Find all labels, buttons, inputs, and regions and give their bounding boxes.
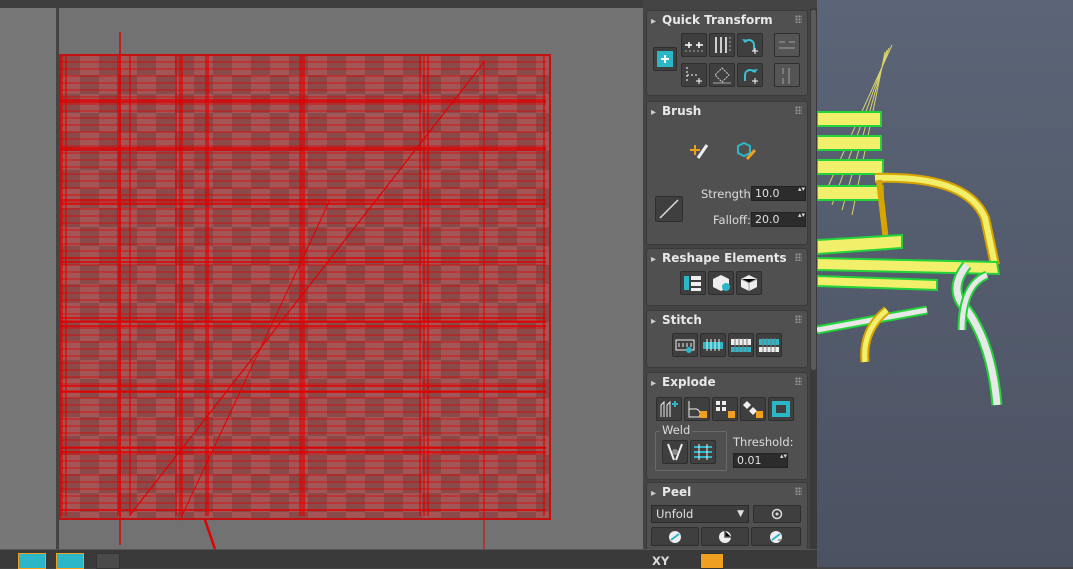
- break-button[interactable]: [656, 397, 682, 421]
- rollout-title[interactable]: Peel: [651, 485, 691, 499]
- stitch-to-target-button[interactable]: [700, 333, 726, 357]
- weld-selected-button[interactable]: [662, 440, 688, 464]
- rotate-cw-button[interactable]: [737, 63, 763, 87]
- align-edge-h-button[interactable]: [681, 63, 707, 87]
- rollout-peel: Peel Unfold ▼: [646, 482, 808, 551]
- uv-edge: [179, 199, 331, 521]
- rollout-brush: Brush Strength: 10.0 Falloff: 20.0: [646, 101, 808, 245]
- straighten-selection-button[interactable]: [709, 63, 735, 87]
- rotate-ccw-button[interactable]: [737, 33, 763, 57]
- weld-group: Weld: [655, 423, 727, 471]
- flatten-by-material-id-button[interactable]: [768, 397, 794, 421]
- stitch-to-source-button[interactable]: [756, 333, 782, 357]
- pelt-map-button[interactable]: [751, 527, 801, 546]
- straighten-button[interactable]: [680, 271, 706, 295]
- weld-group-label: Weld: [660, 423, 693, 437]
- relax-brush-icon[interactable]: [733, 138, 759, 162]
- grip-icon[interactable]: [795, 106, 802, 114]
- peel-mode-button[interactable]: [701, 527, 749, 546]
- flatten-by-smoothing-groups-button[interactable]: [740, 397, 766, 421]
- peel-settings-button[interactable]: [753, 505, 801, 523]
- threshold-label: Threshold:: [733, 435, 794, 449]
- stitch-average-button[interactable]: [728, 333, 754, 357]
- chevron-down-icon: ▼: [737, 509, 744, 519]
- axis-label[interactable]: XY: [652, 554, 669, 568]
- rollout-stitch: Stitch: [646, 310, 808, 368]
- uv-editor-bottom-toolbar: [0, 549, 817, 568]
- flatten-by-polygon-angle-button[interactable]: [712, 397, 738, 421]
- space-horizontal-button[interactable]: [774, 33, 800, 57]
- peel-mode-dropdown[interactable]: Unfold ▼: [651, 505, 749, 523]
- align-to-edge-button[interactable]: [653, 47, 677, 71]
- rollout-quick-transform: Quick Transform: [646, 10, 808, 96]
- rollout-explode: Explode Weld Threshold: 0.01: [646, 372, 808, 480]
- grip-icon[interactable]: [795, 377, 802, 385]
- weld-target-button[interactable]: [690, 440, 716, 464]
- grip-icon[interactable]: [795, 315, 802, 323]
- bench-model[interactable]: [817, 0, 1073, 567]
- peel-mode-value: Unfold: [656, 507, 694, 521]
- uv-wireframe[interactable]: [0, 0, 643, 549]
- grip-icon[interactable]: [795, 487, 802, 495]
- strength-spinner[interactable]: 10.0: [751, 185, 806, 201]
- quick-peel-button[interactable]: [651, 527, 699, 546]
- rollout-title[interactable]: Quick Transform: [651, 13, 773, 27]
- space-vertical-button[interactable]: [774, 63, 800, 87]
- rollout-title[interactable]: Reshape Elements: [651, 251, 787, 265]
- falloff-spinner[interactable]: 20.0: [751, 211, 806, 227]
- uv-editor-viewport[interactable]: [0, 0, 643, 549]
- rollout-reshape-elements: Reshape Elements: [646, 248, 808, 306]
- panel-scrollbar-thumb[interactable]: [811, 10, 816, 370]
- relax-until-flat-button[interactable]: [708, 271, 734, 295]
- strength-label: Strength:: [701, 187, 755, 201]
- align-horizontal-button[interactable]: [681, 33, 707, 57]
- threshold-spinner[interactable]: 0.01: [733, 452, 788, 468]
- rollout-title[interactable]: Explode: [651, 375, 716, 389]
- rollout-title[interactable]: Stitch: [651, 313, 702, 327]
- rollout-title[interactable]: Brush: [651, 104, 701, 118]
- paint-move-brush-icon[interactable]: [685, 138, 711, 162]
- stitch-custom-button[interactable]: [672, 333, 698, 357]
- detach-edge-verts-button[interactable]: [684, 397, 710, 421]
- brush-falloff-curve-icon[interactable]: [655, 196, 683, 222]
- relax-button[interactable]: [736, 271, 762, 295]
- perspective-viewport[interactable]: [817, 0, 1073, 567]
- uv-edge: [203, 519, 217, 549]
- align-vertical-button[interactable]: [709, 33, 735, 57]
- grip-icon[interactable]: [795, 253, 802, 261]
- grip-icon[interactable]: [795, 15, 802, 23]
- falloff-label: Falloff:: [713, 213, 751, 227]
